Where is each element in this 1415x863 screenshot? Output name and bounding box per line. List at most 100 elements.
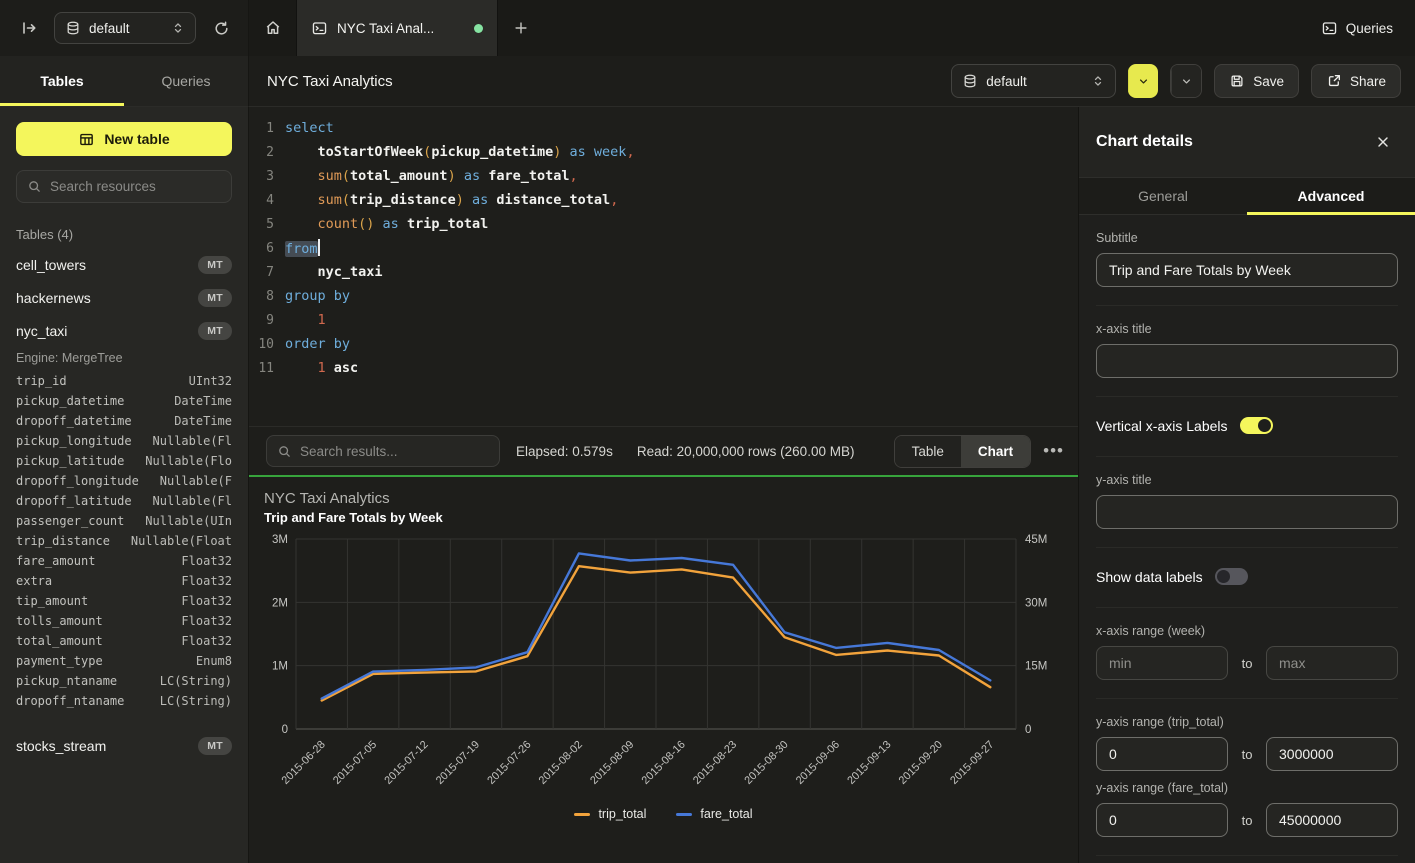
- table-column-row: pickup_longitudeNullable(Fl: [16, 431, 232, 451]
- table-column-row: passenger_countNullable(UIn: [16, 511, 232, 531]
- right-axis-tick-label: 30M: [1025, 597, 1047, 609]
- vertical-labels-label: Vertical x-axis Labels: [1096, 418, 1228, 434]
- column-name: dropoff_longitude: [16, 474, 139, 488]
- legend-label: fare_total: [700, 807, 752, 821]
- save-button[interactable]: Save: [1214, 64, 1299, 98]
- sql-token: fare_total: [488, 168, 569, 184]
- left-axis-tick-label: 0: [282, 724, 288, 736]
- editor-line[interactable]: 5count() as trip_total: [249, 212, 1078, 236]
- elapsed-stat: Elapsed: 0.579s: [516, 444, 613, 459]
- new-table-button[interactable]: New table: [16, 122, 232, 156]
- y-range-fare-max-input[interactable]: [1266, 803, 1398, 837]
- show-legend-group: Show legend: [1096, 856, 1398, 863]
- x-range-max-input[interactable]: [1266, 646, 1398, 680]
- select-chevrons-icon: [171, 21, 185, 35]
- y-range-group: y-axis range (trip_total) to y-axis rang…: [1096, 699, 1398, 856]
- sidebar-search: [16, 170, 232, 203]
- search-icon: [277, 444, 292, 459]
- column-type: Float32: [181, 554, 232, 568]
- sql-token: (): [358, 216, 374, 232]
- column-name: tolls_amount: [16, 614, 103, 628]
- refresh-button[interactable]: [206, 13, 236, 43]
- editor-line[interactable]: 8group by: [249, 284, 1078, 308]
- table-item-hackernews[interactable]: hackernewsMT: [16, 281, 232, 314]
- query-header: NYC Taxi Analytics default Run SQL AI: [249, 56, 1415, 107]
- y-range-trip-min-input[interactable]: [1096, 737, 1228, 771]
- editor-line[interactable]: 111 asc: [249, 356, 1078, 380]
- legend-item-fare_total[interactable]: fare_total: [676, 807, 752, 821]
- editor-tab-nyc-taxi[interactable]: NYC Taxi Anal...: [296, 0, 498, 56]
- panel-header: Chart details: [1079, 107, 1415, 178]
- results-search: [266, 435, 500, 467]
- editor-line[interactable]: 4sum(trip_distance) as distance_total,: [249, 188, 1078, 212]
- chart-gridlines: [296, 539, 1016, 729]
- table-column-row: total_amountFloat32: [16, 631, 232, 651]
- x-range-min-input[interactable]: [1096, 646, 1228, 680]
- panel-tab-general[interactable]: General: [1079, 178, 1247, 214]
- refresh-icon: [213, 20, 230, 37]
- x-axis-title-label: x-axis title: [1096, 322, 1398, 336]
- sql-token: trip_total: [407, 216, 488, 232]
- panel-tab-advanced-label: Advanced: [1298, 188, 1365, 204]
- read-stat: Read: 20,000,000 rows (260.00 MB): [637, 444, 855, 459]
- selected-token: from: [285, 241, 318, 257]
- close-icon[interactable]: [1375, 134, 1391, 150]
- show-data-labels-toggle[interactable]: [1215, 568, 1248, 585]
- editor-line[interactable]: 1select: [249, 116, 1078, 140]
- query-database-selector[interactable]: default: [951, 64, 1116, 98]
- new-tab-button[interactable]: [498, 0, 544, 56]
- y-range-fare-min-input[interactable]: [1096, 803, 1228, 837]
- view-toggle-chart[interactable]: Chart: [961, 436, 1030, 467]
- panel-tab-advanced[interactable]: Advanced: [1247, 178, 1415, 214]
- editor-line[interactable]: 7nyc_taxi: [249, 260, 1078, 284]
- editor-line[interactable]: 91: [249, 308, 1078, 332]
- column-name: total_amount: [16, 634, 103, 648]
- chevron-down-icon: [1180, 75, 1193, 88]
- x-axis-tick-label: 2015-08-02: [537, 739, 585, 787]
- view-toggle-table[interactable]: Table: [895, 436, 961, 467]
- column-type: Nullable(F: [160, 474, 232, 488]
- sql-token: ,: [626, 144, 634, 160]
- share-button[interactable]: Share: [1311, 64, 1401, 98]
- table-item-nyc_taxi[interactable]: nyc_taxiMT: [16, 314, 232, 347]
- editor-line[interactable]: 3sum(total_amount) as fare_total,: [249, 164, 1078, 188]
- editor-line[interactable]: 2toStartOfWeek(pickup_datetime) as week,: [249, 140, 1078, 164]
- table-item-cell_towers[interactable]: cell_towersMT: [16, 248, 232, 281]
- sidebar-collapse-button[interactable]: [14, 13, 44, 43]
- sidebar-tab-queries[interactable]: Queries: [124, 56, 248, 106]
- sql-token: 1: [318, 312, 326, 328]
- x-axis-title-input[interactable]: [1096, 344, 1398, 378]
- editor-line[interactable]: 10order by: [249, 332, 1078, 356]
- sidebar-collapse-icon: [20, 19, 38, 37]
- sidebar-search-input[interactable]: [50, 179, 227, 194]
- sql-editor[interactable]: 1select2toStartOfWeek(pickup_datetime) a…: [249, 107, 1078, 426]
- database-selector[interactable]: default: [54, 12, 196, 44]
- legend-item-trip_total[interactable]: trip_total: [574, 807, 646, 821]
- left-axis-tick-label: 1M: [272, 661, 288, 673]
- sql-ai-options-button[interactable]: [1171, 65, 1201, 97]
- editor-line-code: group by: [285, 288, 350, 304]
- query-database-selector-value: default: [986, 74, 1083, 89]
- y-range-trip-max-input[interactable]: [1266, 737, 1398, 771]
- more-options-button[interactable]: •••: [1043, 441, 1064, 461]
- sql-token: count: [318, 216, 359, 232]
- editor-line-number: 4: [249, 193, 274, 208]
- subtitle-input[interactable]: [1096, 253, 1398, 287]
- table-item-stocks_stream[interactable]: stocks_streamMT: [16, 729, 232, 762]
- column-name: fare_amount: [16, 554, 95, 568]
- column-type: Float32: [181, 574, 232, 588]
- column-name: extra: [16, 574, 52, 588]
- vertical-labels-toggle[interactable]: [1240, 417, 1273, 434]
- tables-section-header: Tables (4): [16, 227, 232, 242]
- home-button[interactable]: [249, 0, 296, 56]
- sidebar-tab-tables[interactable]: Tables: [0, 56, 124, 106]
- editor-line-number: 3: [249, 169, 274, 184]
- table-name: cell_towers: [16, 257, 86, 273]
- legend-swatch: [676, 813, 692, 816]
- database-selector-value: default: [89, 21, 163, 36]
- y-axis-title-input[interactable]: [1096, 495, 1398, 529]
- editor-line[interactable]: 6from: [249, 236, 1078, 260]
- results-search-input[interactable]: [300, 444, 489, 459]
- run-options-button[interactable]: [1128, 64, 1158, 98]
- queries-link[interactable]: Queries: [1321, 20, 1393, 37]
